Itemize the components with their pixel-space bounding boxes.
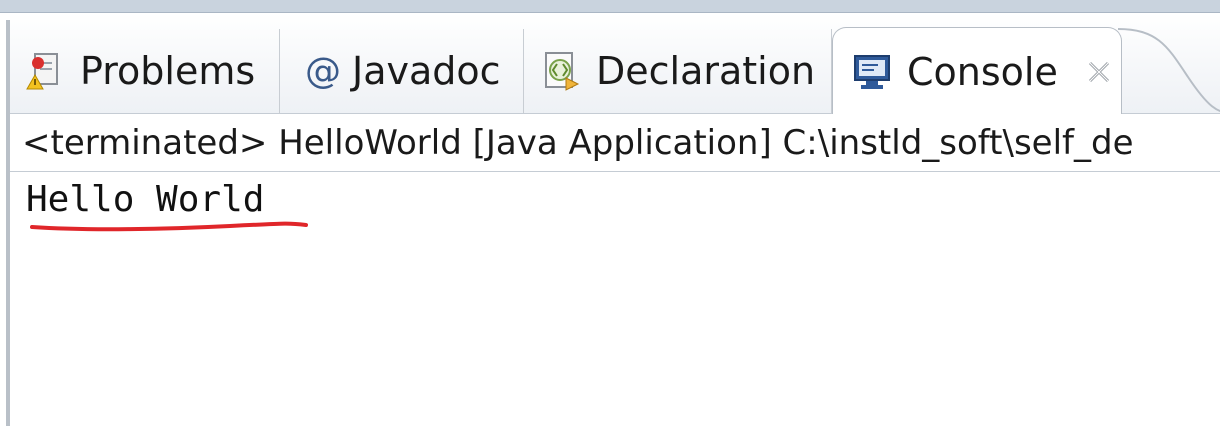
close-icon[interactable]: [1084, 57, 1114, 87]
at-icon: @: [305, 50, 341, 92]
tab-problems-label: Problems: [80, 49, 256, 93]
console-output-line: Hello World: [26, 179, 265, 220]
tab-javadoc-label: Javadoc: [352, 49, 501, 93]
tab-console-label: Console: [907, 49, 1058, 94]
tab-problems[interactable]: Problems: [10, 29, 280, 113]
console-status-line: <terminated> HelloWorld [Java Applicatio…: [10, 114, 1220, 172]
tab-declaration-label: Declaration: [596, 49, 816, 93]
console-view: Problems @ Javadoc Declaration Console <…: [0, 0, 1220, 426]
declaration-icon: [540, 50, 582, 92]
view-left-border: [6, 20, 10, 426]
console-output-area[interactable]: Hello World: [10, 173, 1220, 426]
tab-edge-curve: [1118, 28, 1220, 113]
window-top-strip: [0, 0, 1220, 13]
tab-declaration[interactable]: Declaration: [524, 29, 832, 113]
process-status-text: <terminated> HelloWorld [Java Applicatio…: [22, 122, 1134, 163]
problems-icon: [24, 50, 66, 92]
tab-javadoc[interactable]: @ Javadoc: [280, 29, 524, 113]
view-tab-bar: Problems @ Javadoc Declaration Console: [10, 13, 1220, 115]
tab-console[interactable]: Console: [832, 27, 1122, 115]
console-icon: [851, 51, 893, 93]
red-underline-annotation: [30, 221, 308, 232]
